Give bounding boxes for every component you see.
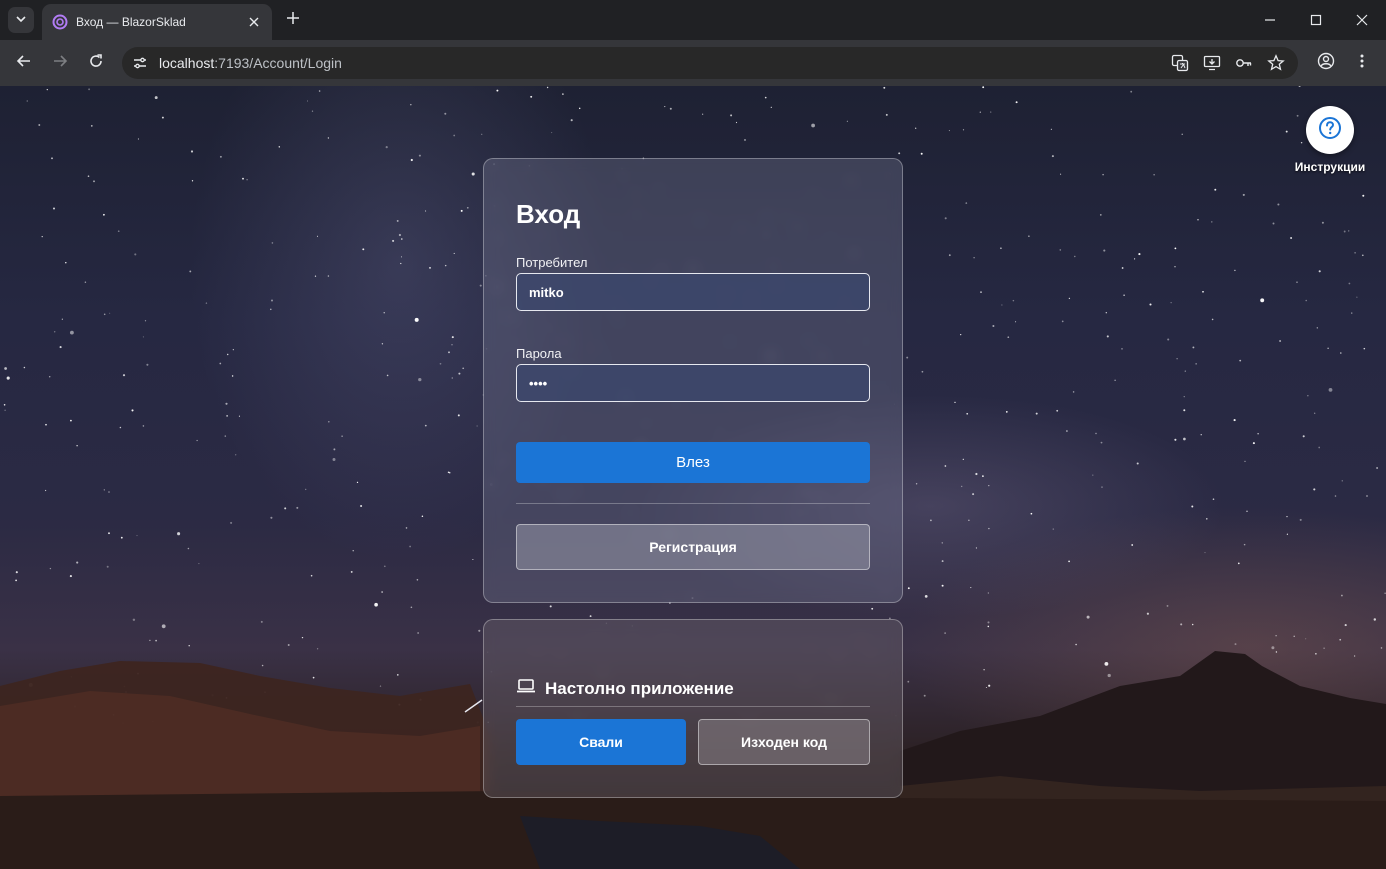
install-app-icon[interactable] (1202, 53, 1222, 73)
arrow-right-icon (52, 53, 68, 74)
url-path: :7193/Account/Login (214, 55, 342, 71)
laptop-icon (516, 678, 536, 699)
help-circle[interactable] (1306, 106, 1354, 154)
instructions-label: Инструкции (1294, 160, 1366, 174)
tab-close-icon[interactable] (246, 14, 262, 30)
register-button[interactable]: Регистрация (516, 524, 870, 570)
login-title: Вход (516, 199, 581, 229)
reload-button[interactable] (84, 51, 108, 75)
translate-icon[interactable] (1170, 53, 1190, 73)
login-button[interactable]: Влез (516, 442, 870, 483)
browser-toolbar: localhost:7193/Account/Login (0, 40, 1386, 86)
password-input[interactable] (516, 364, 870, 402)
desktop-divider (516, 706, 870, 707)
page-viewport: Вход Потребител Парола Влез Регистрация … (0, 86, 1386, 869)
username-label: Потребител (516, 255, 588, 270)
browser-menu-button[interactable] (1350, 51, 1374, 75)
new-tab-button[interactable] (283, 10, 303, 30)
minimize-window-button[interactable] (1258, 8, 1282, 32)
username-input[interactable] (516, 273, 870, 311)
desktop-app-header: Настолно приложение (516, 678, 734, 699)
instructions-button[interactable]: Инструкции (1294, 106, 1366, 174)
password-key-icon[interactable] (1234, 53, 1254, 73)
source-code-button[interactable]: Изходен код (698, 719, 870, 765)
tab-title: Вход — BlazorSklad (76, 15, 186, 29)
desktop-app-title: Настолно приложение (545, 678, 734, 698)
arrow-left-icon (16, 53, 32, 74)
profile-button[interactable] (1314, 51, 1338, 75)
address-bar[interactable]: localhost:7193/Account/Login (122, 47, 1298, 79)
reload-icon (88, 53, 104, 74)
profile-avatar-icon (1317, 52, 1335, 75)
close-window-button[interactable] (1350, 8, 1374, 32)
login-divider (516, 503, 870, 504)
forward-button[interactable] (48, 51, 72, 75)
site-info-icon[interactable] (130, 53, 150, 73)
browser-tabstrip: Вход — BlazorSklad (0, 0, 1386, 40)
kebab-menu-icon (1360, 53, 1364, 74)
blazor-favicon-icon (52, 14, 68, 30)
download-button[interactable]: Свали (516, 719, 686, 765)
maximize-window-button[interactable] (1304, 8, 1328, 32)
tab-search-button[interactable] (8, 7, 34, 33)
browser-tab-active[interactable]: Вход — BlazorSklad (42, 4, 272, 40)
chevron-down-icon (15, 13, 27, 28)
bookmark-star-icon[interactable] (1266, 53, 1286, 73)
url-host: localhost (159, 55, 215, 71)
question-mark-icon (1318, 116, 1342, 145)
password-label: Парола (516, 346, 562, 361)
login-card: Вход Потребител Парола Влез Регистрация (483, 158, 903, 603)
desktop-app-card: Настолно приложение Свали Изходен код (483, 619, 903, 798)
back-button[interactable] (12, 51, 36, 75)
address-url: localhost:7193/Account/Login (159, 55, 342, 71)
